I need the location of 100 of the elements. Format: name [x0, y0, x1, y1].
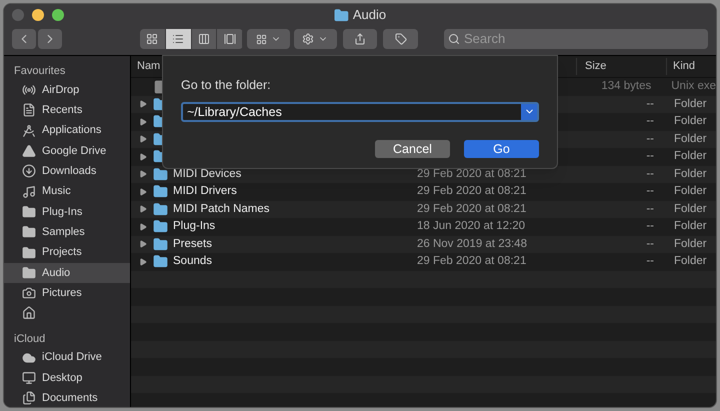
date-modified: 29 Feb 2020 at 08:21 [417, 185, 526, 198]
zoom-button[interactable] [52, 9, 64, 21]
settings-button[interactable] [294, 29, 337, 49]
disclosure-icon[interactable] [139, 170, 147, 178]
disclosure-icon[interactable] [139, 100, 147, 108]
column-header[interactable]: Kind [666, 58, 696, 75]
view-mode-button[interactable] [166, 29, 192, 49]
file-kind: Folder [674, 115, 707, 128]
sidebar-item[interactable]: Google Drive [4, 140, 130, 162]
sidebar-item[interactable]: Documents [4, 388, 130, 407]
disclosure-icon[interactable] [139, 188, 147, 196]
file-kind: Folder [674, 168, 707, 180]
view-mode-button[interactable] [140, 29, 166, 49]
view-mode-button[interactable] [192, 29, 218, 49]
file-kind: Folder [674, 150, 707, 162]
folder-path-value: ~/Library/Caches [187, 104, 282, 119]
file-size: 134 bytes [601, 80, 652, 92]
file-size: -- [646, 220, 654, 232]
sidebar-item[interactable]: Recents [4, 100, 130, 121]
triangle-icon [22, 144, 36, 158]
file-name: MIDI Patch Names [173, 202, 270, 215]
date-modified: 29 Feb 2020 at 08:21 [417, 168, 526, 180]
monitor-icon [22, 371, 36, 385]
sidebar-item[interactable]: Projects [4, 242, 130, 263]
group-button[interactable] [247, 29, 290, 49]
sidebar-item[interactable]: Samples [4, 222, 130, 242]
file-size: -- [646, 115, 654, 128]
file-size: -- [646, 185, 654, 198]
folder-icon [153, 219, 168, 234]
forward-button[interactable] [38, 29, 62, 49]
camera-icon [22, 286, 36, 300]
date-modified: 29 Feb 2020 at 08:21 [417, 202, 526, 215]
file-name: Presets [173, 238, 212, 250]
sidebar-item[interactable]: Audio [4, 262, 130, 283]
sidebar-item[interactable]: Pictures [4, 282, 130, 304]
file-kind: Folder [674, 255, 707, 268]
tag-button[interactable] [383, 29, 418, 49]
columns-icon [198, 33, 210, 45]
disclosure-icon[interactable] [139, 222, 147, 231]
grid-icon [146, 33, 158, 45]
sidebar-heading: Favourites [13, 64, 66, 79]
view-mode-button[interactable] [217, 29, 244, 49]
sidebar-item[interactable]: Applications [4, 120, 130, 141]
file-kind: Folder [674, 132, 707, 145]
sidebar-heading: iCloud [13, 332, 46, 347]
file-row[interactable]: Presets 26 Nov 2019 at 23:48 -- Folder [131, 236, 716, 253]
sidebar-item[interactable]: Downloads [4, 161, 130, 182]
date-modified: 26 Nov 2019 at 23:48 [417, 238, 527, 250]
cancel-button[interactable]: Cancel [375, 140, 450, 158]
file-name: MIDI Devices [173, 168, 242, 180]
folder-icon [153, 236, 168, 252]
share-button[interactable] [342, 29, 378, 49]
compass-icon [22, 124, 36, 138]
folder-icon [153, 184, 168, 200]
sidebar-item[interactable]: iCloud Drive [4, 348, 130, 368]
file-name: Sounds [173, 255, 212, 268]
file-name: Plug-Ins [173, 220, 216, 232]
back-button[interactable] [12, 29, 36, 49]
file-row[interactable]: MIDI Patch Names 29 Feb 2020 at 08:21 -- Folder [131, 200, 716, 218]
search-placeholder: Search [464, 30, 506, 48]
folder-path-field[interactable]: ~/Library/Caches [181, 102, 539, 122]
folder-icon [22, 225, 36, 240]
file-kind: Folder [674, 185, 707, 198]
disclosure-icon[interactable] [139, 152, 147, 161]
download-icon [22, 164, 36, 178]
folder-icon [334, 8, 349, 22]
sidebar-item[interactable]: AirDrop [4, 80, 130, 100]
broadcast-icon [22, 83, 36, 98]
disclosure-icon[interactable] [139, 118, 147, 126]
search-icon [448, 33, 460, 45]
file-size: -- [646, 98, 654, 110]
file-kind: Unix exe [671, 80, 716, 92]
sidebar-item[interactable]: Music [4, 181, 130, 202]
tag-icon [394, 33, 407, 45]
disclosure-icon[interactable] [139, 205, 147, 214]
file-kind: Folder [674, 98, 707, 110]
file-size: -- [646, 255, 654, 268]
music-icon [22, 184, 36, 199]
sidebar-item[interactable]: Desktop [4, 368, 130, 388]
cloud-icon [22, 350, 36, 365]
file-kind: Folder [674, 238, 707, 250]
window-title: Audio [352, 6, 386, 24]
sidebar-item[interactable]: Plug-Ins [4, 202, 130, 222]
share-icon [354, 33, 366, 45]
gear-icon [302, 33, 314, 45]
folder-icon [22, 266, 36, 280]
dialog-label: Go to the folder: [181, 77, 272, 94]
minimize-button[interactable] [32, 9, 44, 21]
column-header[interactable]: Size [576, 58, 666, 75]
disclosure-icon[interactable] [139, 258, 147, 266]
home-icon [22, 306, 36, 320]
date-modified: 29 Feb 2020 at 08:21 [417, 255, 526, 268]
file-size: -- [646, 150, 654, 162]
disclosure-icon[interactable] [139, 135, 147, 144]
folder-icon [22, 246, 36, 260]
go-button[interactable]: Go [464, 140, 539, 158]
disclosure-icon[interactable] [139, 240, 147, 248]
dropdown-button[interactable] [521, 104, 537, 120]
file-size: -- [646, 132, 654, 145]
grid-icon [256, 34, 268, 44]
